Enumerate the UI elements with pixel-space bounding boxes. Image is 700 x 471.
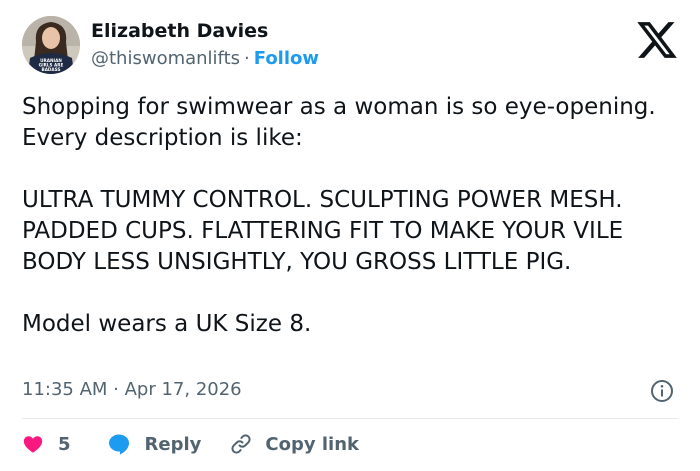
tweet-timestamp[interactable]: 11:35 AM · Apr 17, 2026 <box>22 379 242 400</box>
copy-link-button[interactable]: Copy link <box>229 432 359 456</box>
tweet-card: URANIAN GIRLS ARE BADASS Elizabeth Davie… <box>0 0 700 471</box>
separator-dot: · <box>244 48 250 69</box>
action-bar: 5 Reply Copy link <box>22 430 359 458</box>
copy-link-label: Copy link <box>265 433 359 455</box>
avatar[interactable]: URANIAN GIRLS ARE BADASS <box>22 16 80 74</box>
info-icon[interactable] <box>650 379 674 403</box>
author-meta: @thiswomanlifts · Follow <box>91 48 319 69</box>
tweet-paragraph-3: Model wears a UK Size 8. <box>22 311 312 337</box>
tweet-paragraph-2: ULTRA TUMMY CONTROL. SCULPTING POWER MES… <box>22 187 624 275</box>
heart-icon <box>23 436 43 453</box>
tweet-text: Shopping for swimwear as a woman is so e… <box>22 92 672 340</box>
shirt-text-3: BADASS <box>42 67 61 72</box>
reply-bubble-icon <box>108 434 129 455</box>
link-icon <box>231 434 251 454</box>
reply-label: Reply <box>144 433 202 455</box>
like-button[interactable]: 5 <box>22 433 71 455</box>
like-count: 5 <box>58 433 71 455</box>
reply-button[interactable]: Reply <box>107 432 202 456</box>
tweet-paragraph-1: Shopping for swimwear as a woman is so e… <box>22 94 656 151</box>
divider <box>22 418 678 419</box>
x-logo-icon[interactable] <box>635 18 679 62</box>
follow-button[interactable]: Follow <box>254 48 319 69</box>
author-name[interactable]: Elizabeth Davies <box>91 20 268 42</box>
author-handle[interactable]: @thiswomanlifts <box>91 48 240 69</box>
avatar-photo: URANIAN GIRLS ARE BADASS <box>22 16 80 74</box>
